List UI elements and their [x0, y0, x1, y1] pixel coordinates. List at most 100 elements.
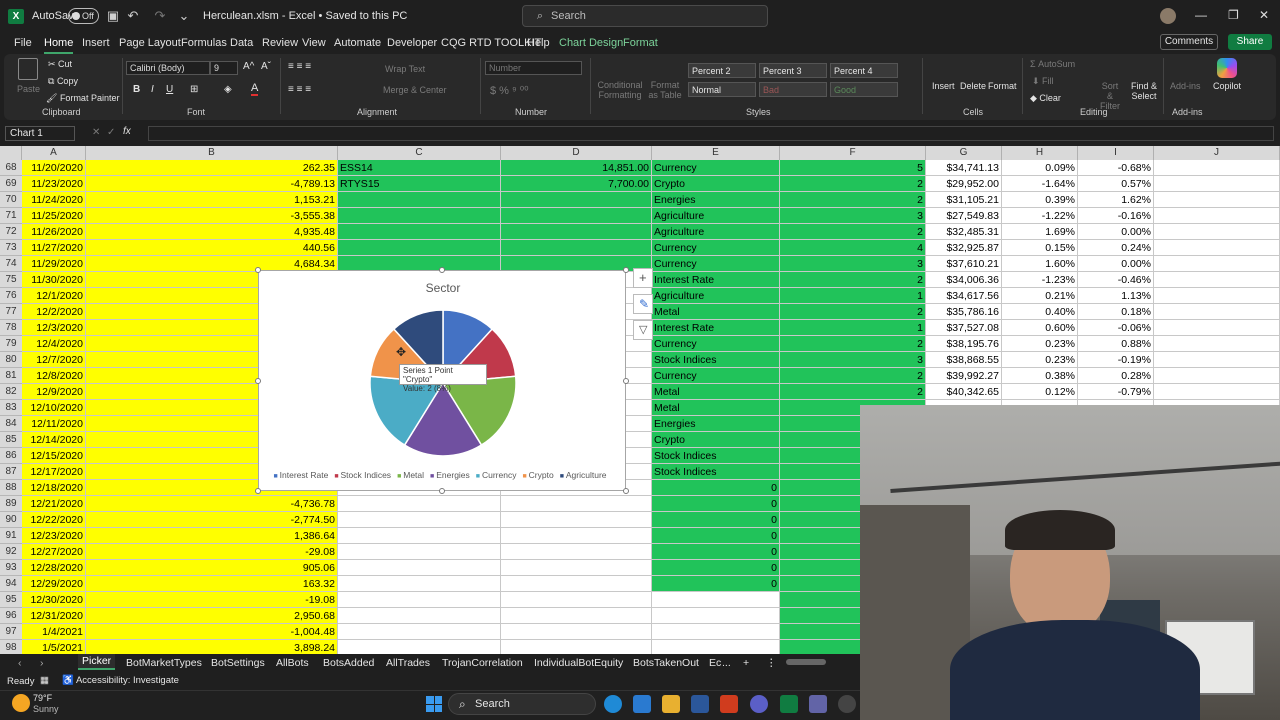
row-header[interactable]: 95 — [0, 592, 22, 608]
cell-b[interactable]: -3,555.38 — [86, 208, 338, 224]
style-percent-3[interactable]: Percent 3 — [759, 63, 827, 78]
app-icon[interactable] — [720, 695, 738, 713]
row-header[interactable]: 71 — [0, 208, 22, 224]
cell-e[interactable]: 0 — [652, 496, 780, 512]
restore-icon[interactable]: ❐ — [1228, 8, 1239, 22]
cell-c[interactable] — [338, 240, 501, 256]
cell-e[interactable]: 0 — [652, 512, 780, 528]
cell-e[interactable]: 0 — [652, 560, 780, 576]
cell-e[interactable]: 0 — [652, 544, 780, 560]
style-normal[interactable]: Normal — [688, 82, 756, 97]
cell-a[interactable]: 1/5/2021 — [22, 640, 86, 654]
cell-d[interactable] — [501, 528, 652, 544]
cell-f[interactable]: 2 — [780, 336, 926, 352]
cell-c[interactable] — [338, 192, 501, 208]
cell-i[interactable]: -0.79% — [1078, 384, 1154, 400]
row-header[interactable]: 92 — [0, 544, 22, 560]
name-box[interactable]: Chart 1 — [5, 126, 75, 141]
tab-home[interactable]: Home — [44, 37, 74, 54]
cell-d[interactable] — [501, 544, 652, 560]
weather-condition[interactable]: Sunny — [33, 704, 59, 714]
app-icon[interactable] — [691, 695, 709, 713]
cell-e[interactable]: Stock Indices — [652, 352, 780, 368]
row-header[interactable]: 87 — [0, 464, 22, 480]
cell-i[interactable]: 0.28% — [1078, 368, 1154, 384]
cell-f[interactable]: 2 — [780, 224, 926, 240]
resize-handle[interactable] — [255, 377, 261, 384]
cell-e[interactable]: Metal — [652, 384, 780, 400]
tab-file[interactable]: File — [14, 37, 32, 49]
cell-f[interactable]: 4 — [780, 240, 926, 256]
cell-h[interactable]: 0.23% — [1002, 352, 1078, 368]
sheet-tab[interactable]: AllTrades — [386, 657, 430, 669]
cell-e[interactable]: Metal — [652, 400, 780, 416]
paste-icon[interactable] — [18, 58, 38, 80]
cell-e[interactable]: Stock Indices — [652, 448, 780, 464]
cell-j[interactable] — [1154, 384, 1280, 400]
cell-i[interactable]: 0.00% — [1078, 256, 1154, 272]
legend-item[interactable]: ■ Crypto — [522, 470, 553, 480]
row-header[interactable]: 89 — [0, 496, 22, 512]
column-header[interactable]: B — [86, 146, 338, 160]
cell-a[interactable]: 12/4/2020 — [22, 336, 86, 352]
cell-g[interactable]: $35,786.16 — [926, 304, 1002, 320]
cell-a[interactable]: 12/18/2020 — [22, 480, 86, 496]
cell-c[interactable] — [338, 496, 501, 512]
cell-g[interactable]: $40,342.65 — [926, 384, 1002, 400]
tab-automate[interactable]: Automate — [334, 37, 381, 49]
column-header[interactable]: J — [1154, 146, 1280, 160]
cell-d[interactable] — [501, 496, 652, 512]
autosum-button[interactable]: Σ AutoSum — [1030, 59, 1075, 69]
row-header[interactable]: 90 — [0, 512, 22, 528]
cell-c[interactable] — [338, 208, 501, 224]
save-icon[interactable]: ▣ — [105, 8, 121, 24]
cell-b[interactable]: 163.32 — [86, 576, 338, 592]
cell-b[interactable]: 1,386.64 — [86, 528, 338, 544]
cell-g[interactable]: $39,992.27 — [926, 368, 1002, 384]
cell-i[interactable]: 0.00% — [1078, 224, 1154, 240]
cell-e[interactable]: 0 — [652, 576, 780, 592]
tab-review[interactable]: Review — [262, 37, 298, 49]
cell-e[interactable]: Crypto — [652, 176, 780, 192]
add-sheet-icon[interactable]: + — [743, 657, 749, 669]
cell-c[interactable] — [338, 608, 501, 624]
resize-handle[interactable] — [255, 267, 261, 273]
row-header[interactable]: 81 — [0, 368, 22, 384]
sheet-tab[interactable]: AllBots — [276, 657, 309, 669]
cell-a[interactable]: 1/4/2021 — [22, 624, 86, 640]
cell-d[interactable] — [501, 560, 652, 576]
cell-c[interactable] — [338, 624, 501, 640]
cell-e[interactable]: 0 — [652, 528, 780, 544]
row-header[interactable]: 79 — [0, 336, 22, 352]
tab-help[interactable]: Help — [527, 37, 550, 49]
column-header[interactable]: C — [338, 146, 501, 160]
fill-color-icon[interactable]: ◈ — [224, 84, 232, 95]
row-header[interactable]: 91 — [0, 528, 22, 544]
cell-h[interactable]: 0.09% — [1002, 160, 1078, 176]
style-bad[interactable]: Bad — [759, 82, 827, 97]
cell-j[interactable] — [1154, 288, 1280, 304]
close-icon[interactable]: ✕ — [1259, 8, 1269, 22]
column-header[interactable]: F — [780, 146, 926, 160]
legend-item[interactable]: ■ Agriculture — [560, 470, 607, 480]
cell-c[interactable] — [338, 512, 501, 528]
cell-a[interactable]: 12/9/2020 — [22, 384, 86, 400]
cell-j[interactable] — [1154, 192, 1280, 208]
row-header[interactable]: 96 — [0, 608, 22, 624]
cell-a[interactable]: 12/29/2020 — [22, 576, 86, 592]
cell-e[interactable]: 0 — [652, 480, 780, 496]
cell-a[interactable]: 12/23/2020 — [22, 528, 86, 544]
cell-b[interactable]: 3,898.24 — [86, 640, 338, 654]
column-header[interactable]: D — [501, 146, 652, 160]
cell-h[interactable]: 0.60% — [1002, 320, 1078, 336]
cell-d[interactable]: 7,700.00 — [501, 176, 652, 192]
wrap-text-button[interactable]: Wrap Text — [385, 64, 425, 74]
weather-temp[interactable]: 79°F — [33, 693, 52, 703]
avatar[interactable] — [1160, 8, 1176, 24]
cell-j[interactable] — [1154, 336, 1280, 352]
cell-c[interactable] — [338, 224, 501, 240]
cell-h[interactable]: 0.15% — [1002, 240, 1078, 256]
cell-e[interactable]: Stock Indices — [652, 464, 780, 480]
format-as-table-button[interactable]: Format as Table — [648, 80, 682, 100]
sheet-menu-icon[interactable]: ⋮ — [766, 657, 777, 669]
